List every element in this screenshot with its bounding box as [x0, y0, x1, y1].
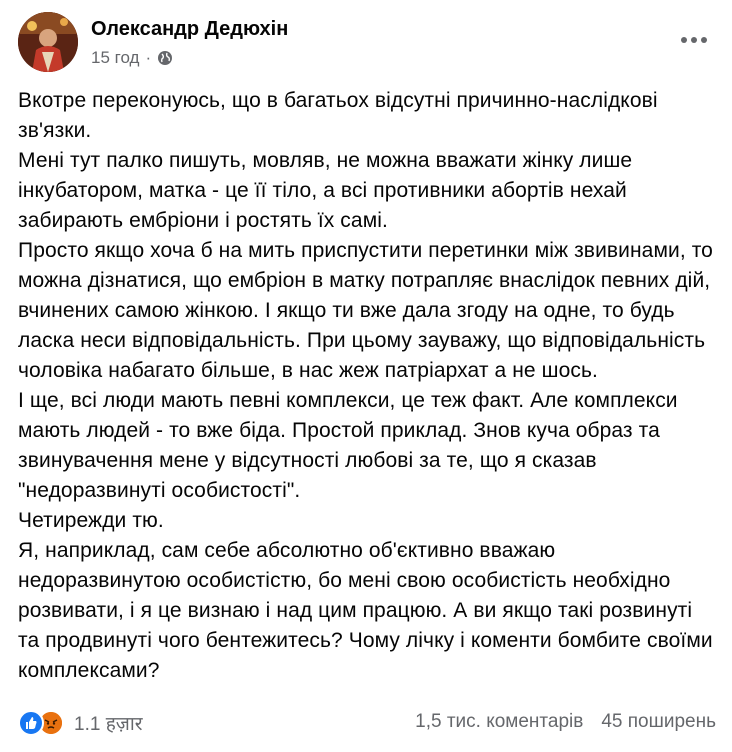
- avatar-image: [18, 12, 78, 72]
- post-paragraph: Я, наприклад, сам себе абсолютно об'єкти…: [18, 539, 713, 682]
- like-icon: [18, 710, 44, 736]
- post-paragraph: Четирежди тю.: [18, 509, 164, 532]
- comments-count[interactable]: 1,5 тис. коментарів: [415, 711, 583, 733]
- post-paragraph: Мені тут палко пишуть, мовляв, не можна …: [18, 149, 633, 232]
- author-name[interactable]: Олександр Дедюхін: [91, 18, 288, 41]
- post-footer: 1.1 हज़ार 1,5 тис. коментарів 45 поширен…: [18, 708, 718, 738]
- shares-count[interactable]: 45 поширень: [601, 711, 716, 733]
- more-options-button[interactable]: [676, 28, 712, 52]
- facebook-post: Олександр Дедюхін 15 год · Вкотре переко…: [0, 0, 732, 752]
- post-body: Вкотре переконуюсь, що в багатьох відсут…: [18, 86, 718, 686]
- globe-icon[interactable]: [157, 50, 173, 66]
- post-paragraph: Вкотре переконуюсь, що в багатьох відсут…: [18, 89, 658, 142]
- reactions-summary[interactable]: 1.1 हज़ार: [18, 708, 143, 738]
- post-paragraph: Просто якщо хоча б на мить приспустити п…: [18, 239, 713, 382]
- ellipsis-icon: [681, 37, 707, 43]
- author-avatar[interactable]: [18, 12, 78, 72]
- post-time[interactable]: 15 год: [91, 48, 139, 68]
- reaction-count: 1.1 हज़ार: [74, 714, 143, 735]
- post-header: Олександр Дедюхін 15 год ·: [18, 12, 718, 72]
- post-paragraph: І ще, всі люди мають певні комплекси, це…: [18, 389, 678, 502]
- meta-separator: ·: [145, 48, 152, 67]
- engagement-stats: 1,5 тис. коментарів 45 поширень: [415, 711, 716, 733]
- post-meta: 15 год ·: [91, 48, 173, 68]
